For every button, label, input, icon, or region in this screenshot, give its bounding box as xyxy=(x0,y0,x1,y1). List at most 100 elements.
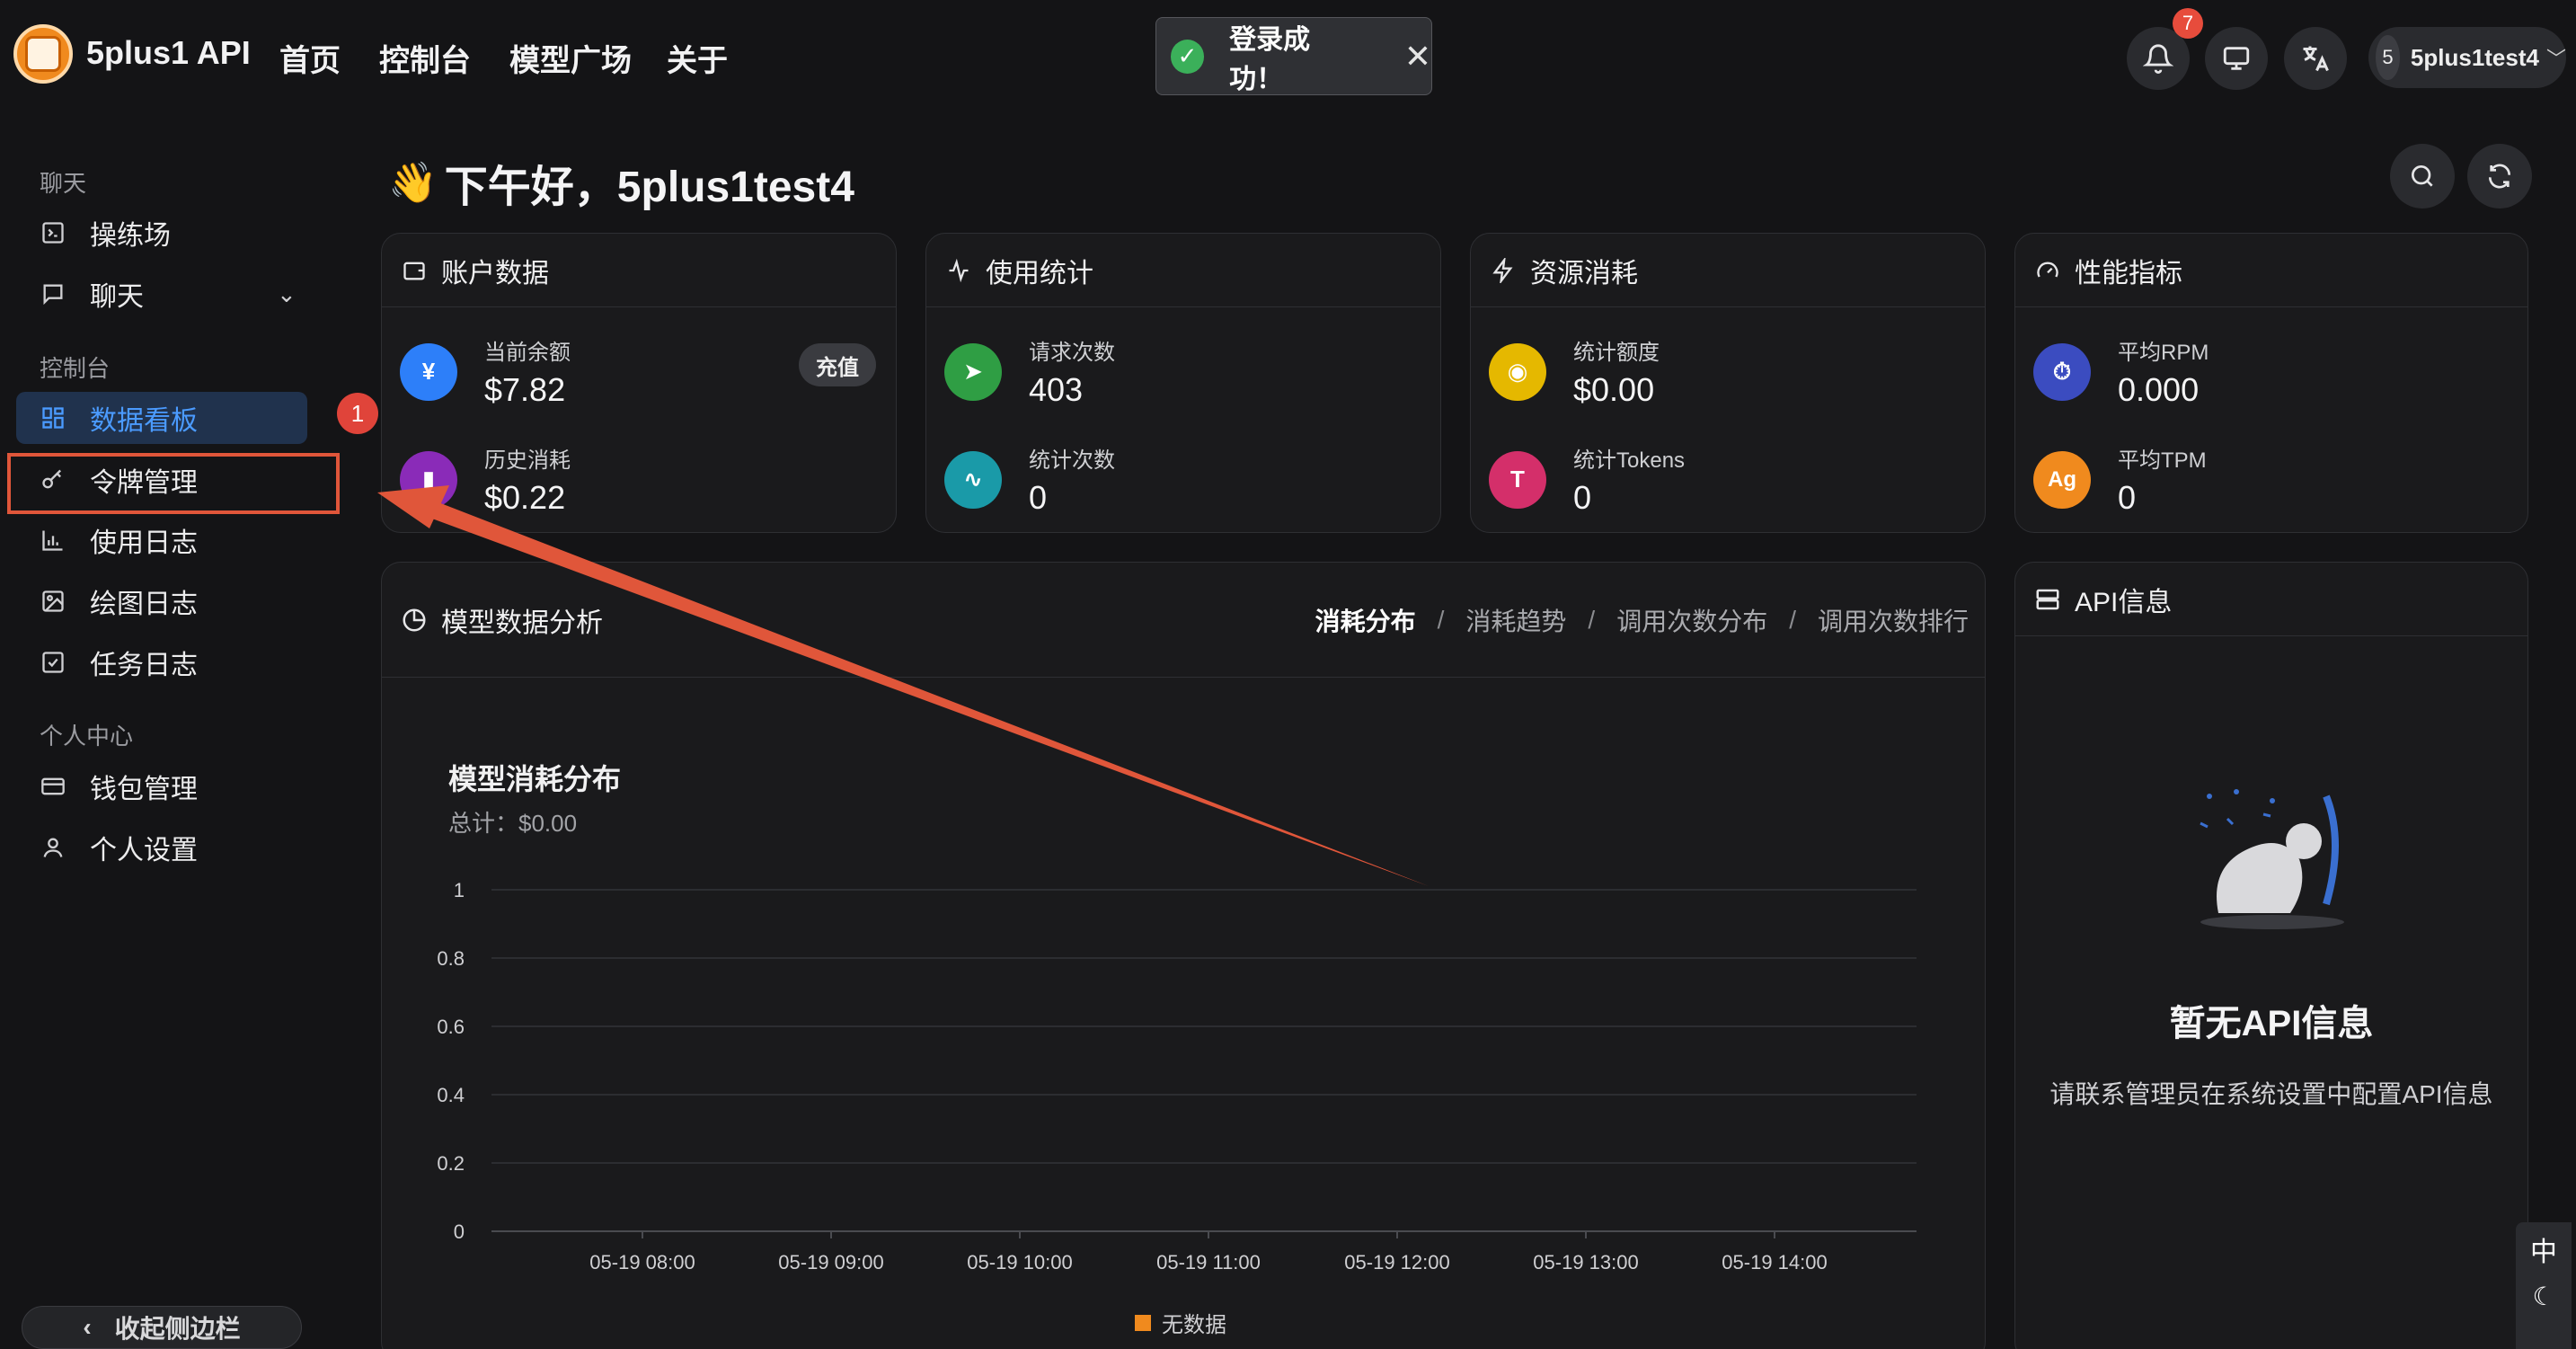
check-square-icon xyxy=(40,649,66,676)
sidebar-item-dashboard[interactable]: 数据看板 xyxy=(16,392,307,444)
sidebar-item-settings[interactable]: 个人设置 xyxy=(16,821,307,874)
y-tick-label: 0.2 xyxy=(437,1152,465,1175)
card-title: 使用统计 xyxy=(986,258,1093,288)
collapse-sidebar-button[interactable]: ‹ 收起侧边栏 xyxy=(22,1306,302,1349)
tab-separator: / xyxy=(1588,606,1596,634)
requests-stat: ➤ 请求次数 403 xyxy=(944,334,1115,409)
sidebar-item-usage-log[interactable]: 使用日志 xyxy=(16,514,307,566)
stat-value: $0.22 xyxy=(484,479,566,516)
tab-consumption-trend[interactable]: 消耗趋势 xyxy=(1465,602,1566,638)
card-header: 账户数据 xyxy=(382,234,896,307)
card-header: API信息 xyxy=(2015,563,2527,636)
card-header: 使用统计 xyxy=(926,234,1440,307)
card-title: 资源消耗 xyxy=(1530,258,1638,288)
stat-value: $7.82 xyxy=(484,371,566,408)
app-logo[interactable] xyxy=(13,24,73,84)
chevron-left-icon: ‹ xyxy=(83,1313,92,1341)
image-icon xyxy=(40,588,66,615)
chart-subtitle: 总计：$0.00 xyxy=(448,810,578,837)
floating-toolbar[interactable]: 中 ☾ xyxy=(2516,1222,2572,1349)
tab-call-ranking[interactable]: 调用次数排行 xyxy=(1818,602,1969,638)
brand-name[interactable]: 5plus1 API xyxy=(86,34,251,72)
close-icon[interactable]: ✕ xyxy=(1404,38,1431,75)
coin-icon: ¥ xyxy=(400,342,457,401)
usage-stats-card: 使用统计 ➤ 请求次数 403 ∿ 统计次数 0 xyxy=(925,233,1441,533)
refresh-button[interactable] xyxy=(2467,144,2532,209)
tab-call-distribution[interactable]: 调用次数分布 xyxy=(1616,602,1767,638)
y-tick-label: 0 xyxy=(454,1220,465,1243)
sidebar-item-label: 聊天 xyxy=(90,282,144,312)
sidebar-item-label: 使用日志 xyxy=(90,528,198,558)
translate-icon xyxy=(2303,46,2329,72)
chart-legend: 无数据 xyxy=(1135,1307,1226,1338)
stat-label: 平均TPM xyxy=(2118,448,2207,473)
stat-value: 0 xyxy=(2118,479,2137,516)
sidebar-item-chat[interactable]: 聊天 ⌄ xyxy=(16,268,307,320)
monitor-icon xyxy=(2223,47,2250,70)
gauge-icon xyxy=(2033,256,2062,285)
nav-model-market[interactable]: 模型广场 xyxy=(509,36,632,80)
stat-value: $0.00 xyxy=(1573,371,1655,408)
tokens-stat: T 统计Tokens 0 xyxy=(1489,442,1685,517)
nav-home[interactable]: 首页 xyxy=(279,36,341,80)
spent-stat: ▮ 历史消耗 $0.22 xyxy=(400,442,571,517)
y-tick-label: 0.6 xyxy=(437,1016,465,1038)
sidebar-item-drawing-log[interactable]: 绘图日志 xyxy=(16,575,307,627)
empty-state-illustration xyxy=(2200,789,2344,929)
card-title: 账户数据 xyxy=(441,258,549,288)
sidebar-item-playground[interactable]: 操练场 xyxy=(16,207,307,259)
x-tick-label: 05-19 12:00 xyxy=(1344,1251,1449,1274)
sidebar-item-label: 绘图日志 xyxy=(90,590,198,619)
histogram-icon: ▮ xyxy=(400,450,457,509)
legend-label: 无数据 xyxy=(1162,1313,1226,1337)
moon-icon[interactable]: ☾ xyxy=(2532,1282,2554,1311)
x-tick-label: 05-19 10:00 xyxy=(967,1251,1072,1274)
sidebar-item-wallet[interactable]: 钱包管理 xyxy=(16,760,307,812)
coin-icon: ◉ xyxy=(1489,342,1546,401)
nav-console[interactable]: 控制台 xyxy=(379,36,471,80)
stat-label: 统计Tokens xyxy=(1573,448,1686,473)
x-tick-label: 05-19 13:00 xyxy=(1533,1251,1638,1274)
sidebar-item-task-log[interactable]: 任务日志 xyxy=(16,636,307,688)
recharge-button[interactable]: 充值 xyxy=(799,343,876,386)
lightning-icon xyxy=(1489,256,1518,285)
model-analysis-card: 模型数据分析 消耗分布 / 消耗趋势 / 调用次数分布 / 调用次数排行 模型消… xyxy=(381,562,1986,1349)
quota-stat: ◉ 统计额度 $0.00 xyxy=(1489,334,1660,409)
top-navbar: 5plus1 API 首页 控制台 模型广场 关于 ✓ 登录成功！ ✕ 7 5 … xyxy=(0,0,2576,112)
stat-value: 0 xyxy=(1029,479,1048,516)
chevron-down-icon[interactable]: ⌄ xyxy=(277,280,297,308)
api-info-card: API信息 暂无API信息 请联系管理员在系统设置中配置API信息 xyxy=(2014,562,2528,1349)
empty-title: 暂无API信息 xyxy=(2169,1004,2374,1043)
language-toggle[interactable]: 中 xyxy=(2530,1229,2557,1269)
sidebar-item-label: 数据看板 xyxy=(90,406,198,436)
logo-mark xyxy=(25,36,61,72)
collapse-sidebar-label: 收起侧边栏 xyxy=(114,1315,241,1343)
avatar: 5 xyxy=(2376,35,2400,80)
sidebar-item-label: 任务日志 xyxy=(90,651,198,680)
language-button[interactable] xyxy=(2284,27,2347,90)
search-icon xyxy=(2412,165,2433,187)
account-data-card: 账户数据 ¥ 当前余额 $7.82 充值 ▮ 历史消耗 $0.22 xyxy=(381,233,897,533)
wallet-icon xyxy=(400,256,429,285)
search-button[interactable] xyxy=(2390,144,2455,209)
tpm-icon: Ag xyxy=(2033,450,2091,509)
bar-chart-icon xyxy=(40,527,66,554)
send-icon: ➤ xyxy=(944,342,1002,401)
chevron-down-icon: ﹀ xyxy=(2545,48,2566,70)
card-header: 性能指标 xyxy=(2015,234,2527,307)
notification-count-badge: 7 xyxy=(2173,8,2203,39)
user-menu[interactable]: 5 5plus1test4 ﹀ xyxy=(2368,27,2566,88)
stat-label: 当前余额 xyxy=(484,341,571,365)
tab-consumption-distribution[interactable]: 消耗分布 xyxy=(1315,602,1416,638)
pie-chart-icon xyxy=(400,606,429,635)
server-icon xyxy=(2033,585,2062,614)
x-tick-label: 05-19 09:00 xyxy=(778,1251,883,1274)
user-name: 5plus1test4 xyxy=(2410,43,2539,71)
x-tick-label: 05-19 11:00 xyxy=(1156,1251,1261,1274)
terminal-icon xyxy=(40,219,66,246)
display-button[interactable] xyxy=(2205,27,2268,90)
tab-separator: / xyxy=(1789,606,1796,634)
nav-about[interactable]: 关于 xyxy=(667,36,728,80)
check-icon: ✓ xyxy=(1171,39,1205,74)
stopwatch-icon: ⏱ xyxy=(2033,342,2091,401)
